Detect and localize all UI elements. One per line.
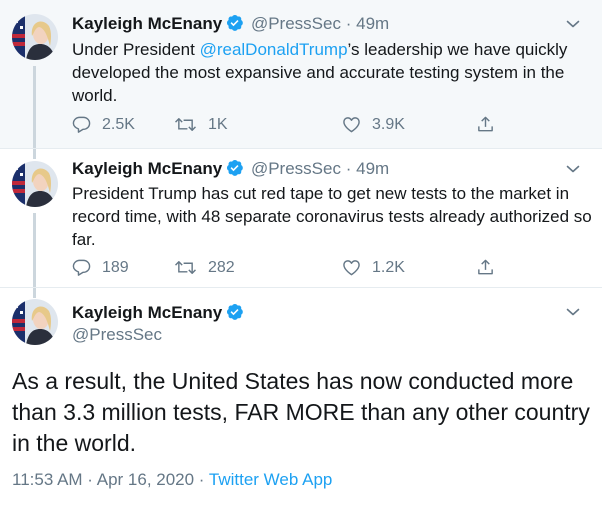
verified-badge-icon [225, 302, 244, 327]
tweet-header: Kayleigh McEnany @PressSec · 49m [72, 13, 389, 38]
thread-connector-line [33, 213, 36, 288]
tweet-metadata: 11:53 AM · Apr 16, 2020 · Twitter Web Ap… [12, 469, 332, 491]
verified-badge-icon [225, 158, 244, 183]
like-icon [342, 115, 361, 134]
thread-connector-line [33, 66, 36, 148]
share-button[interactable] [476, 258, 506, 277]
avatar[interactable] [12, 161, 58, 207]
reply-count: 189 [102, 258, 129, 276]
author-name[interactable]: Kayleigh McEnany [72, 159, 222, 178]
tweet-header: Kayleigh McEnany @PressSec · 49m [72, 158, 389, 183]
tweet-actions: 2.5K 1K 3.9K [72, 115, 502, 137]
chevron-down-icon[interactable] [566, 304, 580, 322]
reply-icon [72, 258, 91, 277]
avatar[interactable] [12, 14, 58, 60]
tweet-timestamp[interactable]: 11:53 AM · Apr 16, 2020 · [12, 470, 209, 489]
reply-button[interactable]: 189 [72, 258, 129, 277]
tweet-text: Under President @realDonaldTrump’s leade… [72, 38, 592, 107]
chevron-down-icon[interactable] [566, 16, 580, 34]
mention-link[interactable]: @realDonaldTrump [200, 40, 348, 59]
retweet-count: 1K [208, 115, 228, 133]
reply-button[interactable]: 2.5K [72, 115, 135, 134]
tweet-actions: 189 282 1.2K [72, 258, 502, 280]
source-app-link[interactable]: Twitter Web App [209, 470, 332, 489]
like-button[interactable]: 3.9K [342, 115, 405, 134]
author-name[interactable]: Kayleigh McEnany [72, 14, 222, 33]
retweet-count: 282 [208, 258, 235, 276]
avatar[interactable] [12, 299, 58, 345]
tweet-1[interactable]: Kayleigh McEnany @PressSec · 49m Under P… [0, 0, 602, 148]
tweet-time[interactable]: 49m [356, 159, 389, 178]
retweet-icon [174, 258, 197, 277]
thread-connector-line [33, 288, 36, 298]
retweet-button[interactable]: 282 [174, 258, 235, 277]
tweet-main: Kayleigh McEnany @PressSec As a result, … [0, 287, 602, 506]
like-button[interactable]: 1.2K [342, 258, 405, 277]
reply-count: 2.5K [102, 115, 135, 133]
author-handle[interactable]: @PressSec [72, 324, 162, 346]
chevron-down-icon[interactable] [566, 161, 580, 179]
author-handle[interactable]: @PressSec [251, 14, 341, 33]
author-handle[interactable]: @PressSec [251, 159, 341, 178]
separator-dot: · [345, 159, 352, 178]
share-icon [476, 115, 495, 134]
tweet-text: President Trump has cut red tape to get … [72, 184, 592, 249]
like-icon [342, 258, 361, 277]
like-count: 1.2K [372, 258, 405, 276]
tweet-2[interactable]: Kayleigh McEnany @PressSec · 49m Preside… [0, 148, 602, 288]
tweet-time[interactable]: 49m [356, 14, 389, 33]
retweet-icon [174, 115, 197, 134]
retweet-button[interactable]: 1K [174, 115, 228, 134]
tweet-text: As a result, the United States has now c… [12, 368, 590, 456]
thread-connector-line [33, 149, 36, 159]
tweet-text-part: Under President [72, 40, 200, 59]
reply-icon [72, 115, 91, 134]
share-button[interactable] [476, 115, 506, 134]
like-count: 3.9K [372, 115, 405, 133]
author-name[interactable]: Kayleigh McEnany [72, 303, 222, 322]
separator-dot: · [345, 14, 352, 33]
share-icon [476, 258, 495, 277]
verified-badge-icon [225, 13, 244, 38]
